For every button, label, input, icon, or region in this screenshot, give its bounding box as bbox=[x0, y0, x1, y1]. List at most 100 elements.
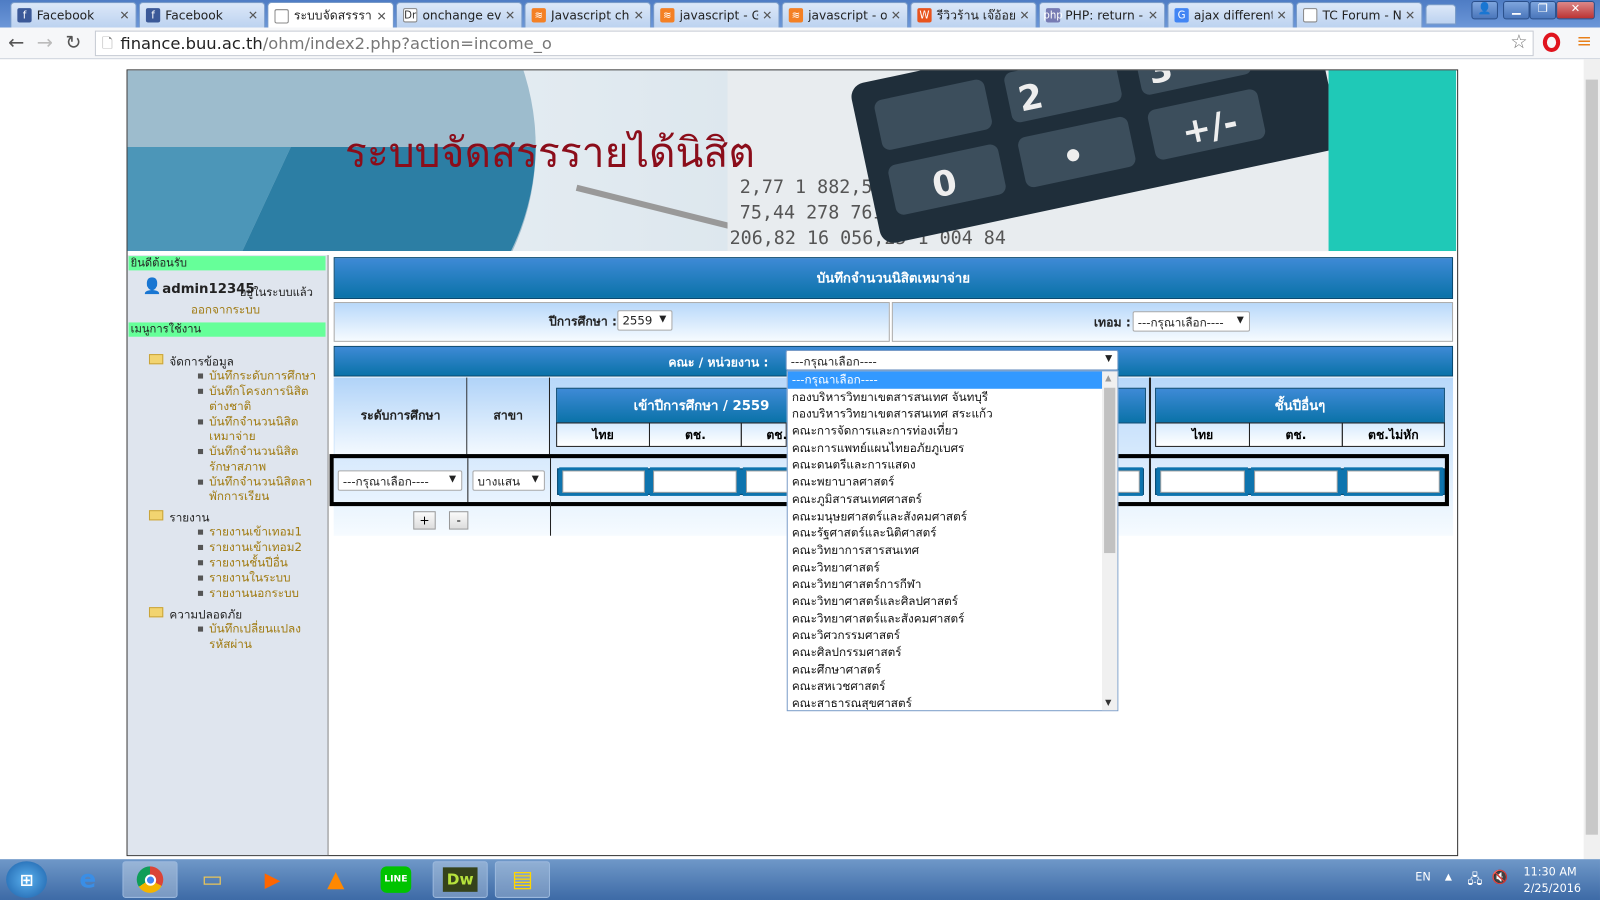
back-icon[interactable]: ← bbox=[8, 32, 24, 54]
explorer-icon[interactable]: ▭ bbox=[185, 861, 240, 898]
tab-close-icon[interactable]: ✕ bbox=[762, 8, 772, 22]
clock-date[interactable]: 2/25/2016 bbox=[1523, 882, 1581, 895]
sidebar-menu-link[interactable]: รายงานนอกระบบ bbox=[209, 586, 323, 601]
faculty-option[interactable]: คณะรัฐศาสตร์และนิติศาสตร์ bbox=[788, 525, 1103, 542]
profile-icon[interactable]: 👤 bbox=[1471, 1, 1498, 20]
faculty-option[interactable]: คณะสหเวชศาสตร์ bbox=[788, 678, 1103, 695]
faculty-option[interactable]: คณะวิทยาศาสตร์ bbox=[788, 559, 1103, 576]
browser-tab[interactable]: W รีวิวร้าน เจ๊อ้อยต์✕ bbox=[910, 2, 1037, 28]
branch-select[interactable]: บางแสน bbox=[472, 470, 545, 491]
browser-tab[interactable]: ระบบจัดสรรราย ✕ bbox=[267, 2, 394, 29]
browser-tab[interactable]: ≋ Javascript che ✕ bbox=[524, 2, 652, 28]
bookmark-star-icon[interactable]: ☆ bbox=[1510, 31, 1527, 53]
faculty-option[interactable]: คณะภูมิสารสนเทศศาสตร์ bbox=[788, 491, 1103, 508]
faculty-dropdown-list[interactable]: ---กรุณาเลือก---- กองบริหารวิทยาเขตสารสนเ… bbox=[786, 370, 1119, 712]
faculty-option[interactable]: คณะพยาบาลศาสตร์ bbox=[788, 474, 1103, 491]
scroll-down-icon[interactable]: ▼ bbox=[1105, 698, 1111, 707]
start-button[interactable]: ⊞ bbox=[6, 861, 47, 898]
faculty-option[interactable]: คณะดนตรีและการแสดง bbox=[788, 457, 1103, 474]
faculty-option[interactable]: ---กรุณาเลือก---- bbox=[787, 371, 1104, 389]
sidebar-menu-link[interactable]: บันทึกจำนวนนิสิต รักษาสภาพ bbox=[209, 444, 323, 474]
restore-button[interactable]: ❐ bbox=[1529, 1, 1557, 20]
browser-tab[interactable]: f Facebook ✕ bbox=[10, 2, 137, 28]
tab-close-icon[interactable]: ✕ bbox=[1148, 8, 1158, 22]
url-input[interactable]: finance.buu.ac.th/ohm/index2.php?action=… bbox=[94, 30, 1534, 57]
tab-close-icon[interactable]: ✕ bbox=[1019, 8, 1029, 22]
sidebar-menu-link[interactable]: บันทึกระดับการศึกษา bbox=[209, 368, 323, 383]
browser-tab[interactable]: Dr onchange eve ✕ bbox=[395, 2, 523, 28]
sticky-app-icon[interactable]: ▤ bbox=[494, 861, 550, 898]
other-foreign-input[interactable] bbox=[1251, 467, 1341, 496]
add-row-button[interactable]: + bbox=[413, 511, 436, 530]
browser-tab[interactable]: php PHP: return - I ✕ bbox=[1038, 2, 1166, 28]
tab-close-icon[interactable]: ✕ bbox=[1405, 8, 1415, 22]
bullet-icon bbox=[197, 575, 204, 581]
sidebar-menu-link[interactable]: รายงานในระบบ bbox=[209, 570, 323, 585]
level-select[interactable]: ---กรุณาเลือก---- bbox=[337, 470, 463, 491]
browser-tab[interactable]: ≋ javascript - on ✕ bbox=[781, 2, 909, 28]
remove-row-button[interactable]: - bbox=[448, 511, 469, 530]
sidebar-menu-link[interactable]: บันทึกโครงการนิสิต ต่างชาติ bbox=[209, 384, 323, 414]
line-icon[interactable]: LINE bbox=[368, 861, 423, 898]
faculty-option[interactable]: คณะวิทยาการสารสนเทศ bbox=[788, 542, 1103, 559]
faculty-option[interactable]: คณะการจัดการและการท่องเที่ยว bbox=[788, 423, 1103, 440]
sidebar-menu-link[interactable]: รายงานเข้าเทอม1 bbox=[209, 524, 323, 539]
year-label: ปีการศึกษา : bbox=[548, 314, 617, 329]
opera-adblock-icon[interactable] bbox=[1542, 32, 1561, 53]
tab-close-icon[interactable]: ✕ bbox=[119, 8, 129, 22]
tab-close-icon[interactable]: ✕ bbox=[634, 8, 644, 22]
minimize-button[interactable]: ▁ bbox=[1503, 1, 1530, 20]
menu-icon[interactable]: ≡ bbox=[1577, 31, 1592, 52]
browser-tab[interactable]: TC Forum - Ne ✕ bbox=[1295, 2, 1423, 28]
faculty-option[interactable]: คณะการแพทย์แผนไทยอภัยภูเบศร bbox=[788, 440, 1103, 457]
volume-muted-icon[interactable]: 🔇 bbox=[1492, 870, 1509, 885]
other-foreign-nodeduct-input[interactable] bbox=[1343, 467, 1443, 496]
faculty-option[interactable]: กองบริหารวิทยาเขตสารสนเทศ จันทบุรี bbox=[788, 388, 1103, 405]
year-select[interactable]: 2559 bbox=[617, 310, 673, 331]
reload-icon[interactable]: ↻ bbox=[65, 32, 81, 54]
faculty-option[interactable]: กองบริหารวิทยาเขตสารสนเทศ สระแก้ว bbox=[788, 405, 1103, 422]
sidebar-menu-link[interactable]: บันทึกจำนวนนิสิตลา พักการเรียน bbox=[209, 474, 323, 504]
browser-tab[interactable]: f Facebook ✕ bbox=[138, 2, 266, 28]
ie-icon[interactable]: e bbox=[60, 861, 115, 898]
new-tab-button[interactable] bbox=[1425, 4, 1457, 25]
faculty-option[interactable]: คณะมนุษยศาสตร์และสังคมศาสตร์ bbox=[788, 508, 1103, 525]
network-icon[interactable]: 🖧 bbox=[1467, 870, 1482, 892]
faculty-option[interactable]: คณะวิทยาศาสตร์และศิลปศาสตร์ bbox=[788, 593, 1103, 610]
browser-tab[interactable]: Gajax different ✕ bbox=[1167, 2, 1294, 28]
other-thai-input[interactable] bbox=[1157, 467, 1248, 496]
forward-icon[interactable]: → bbox=[37, 32, 53, 54]
faculty-select[interactable]: ---กรุณาเลือก---- bbox=[785, 349, 1119, 371]
page-scrollbar-thumb[interactable] bbox=[1585, 79, 1598, 835]
close-window-button[interactable]: ✕ bbox=[1556, 1, 1595, 20]
faculty-option[interactable]: คณะศิลปกรรมศาสตร์ bbox=[788, 644, 1103, 661]
faculty-option[interactable]: คณะวิทยาศาสตร์และสังคมศาสตร์ bbox=[788, 610, 1103, 627]
browser-tab[interactable]: ≋ javascript - Ge✕ bbox=[653, 2, 780, 28]
scroll-up-icon[interactable]: ▲ bbox=[1105, 373, 1111, 382]
tab-close-icon[interactable]: ✕ bbox=[248, 8, 258, 22]
faculty-option[interactable]: คณะศึกษาศาสตร์ bbox=[788, 661, 1103, 678]
entry-thai-input[interactable] bbox=[559, 467, 648, 496]
tab-close-icon[interactable]: ✕ bbox=[1276, 8, 1286, 22]
dreamweaver-icon[interactable]: Dw bbox=[432, 861, 488, 898]
vlc-icon[interactable]: ▲ bbox=[308, 861, 363, 898]
entry-foreign-input[interactable] bbox=[649, 467, 740, 496]
tray-expand-icon[interactable]: ▲ bbox=[1445, 872, 1452, 882]
term-select[interactable]: ---กรุณาเลือก---- bbox=[1132, 311, 1250, 332]
chrome-icon[interactable] bbox=[122, 861, 178, 898]
sidebar-menu-link[interactable]: บันทึกจำนวนนิสิต เหมาจ่าย bbox=[209, 414, 323, 444]
media-player-icon[interactable]: ▶ bbox=[245, 861, 300, 898]
faculty-option[interactable]: คณะวิทยาศาสตร์การกีฬา bbox=[788, 576, 1103, 593]
language-indicator[interactable]: EN bbox=[1415, 870, 1430, 883]
faculty-option[interactable]: คณะสาธารณสุขศาสตร์ bbox=[788, 695, 1103, 710]
clock-time[interactable]: 11:30 AM bbox=[1523, 865, 1576, 878]
sidebar-menu-link[interactable]: บันทึกเปลี่ยนแปลง รหัสผ่าน bbox=[209, 621, 323, 651]
sidebar-menu-link[interactable]: รายงานเข้าเทอม2 bbox=[209, 540, 323, 555]
sidebar-menu-link[interactable]: รายงานชั้นปีอื่น bbox=[209, 555, 323, 570]
dropdown-scrollbar-thumb[interactable] bbox=[1104, 387, 1116, 554]
tab-close-icon[interactable]: ✕ bbox=[891, 8, 901, 22]
tab-close-icon[interactable]: ✕ bbox=[376, 9, 386, 23]
logout-link[interactable]: ออกจากระบบ bbox=[191, 302, 260, 317]
faculty-option[interactable]: คณะวิศวกรรมศาสตร์ bbox=[788, 627, 1103, 644]
tab-close-icon[interactable]: ✕ bbox=[505, 8, 515, 22]
